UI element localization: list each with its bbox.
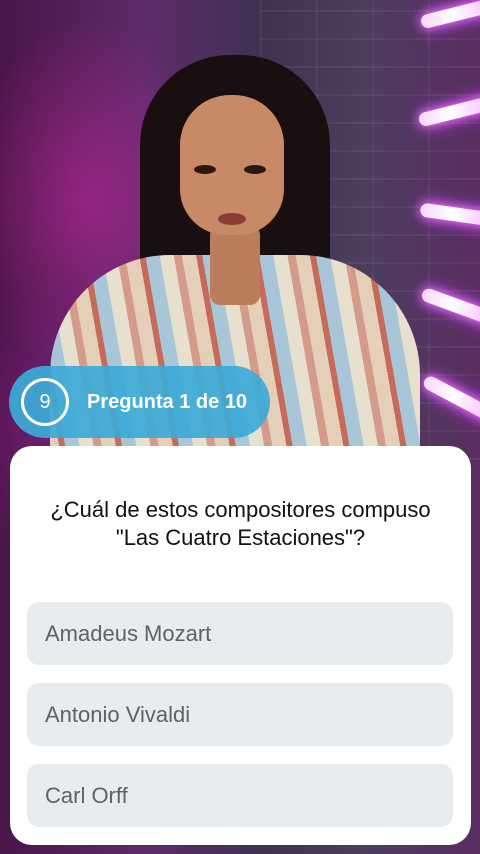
answer-option-3[interactable]: Carl Orff bbox=[27, 764, 453, 827]
question-progress-badge: 9 Pregunta 1 de 10 bbox=[9, 366, 270, 438]
answer-option-1[interactable]: Amadeus Mozart bbox=[27, 602, 453, 665]
mouth bbox=[218, 213, 246, 225]
eye-icon bbox=[244, 165, 266, 174]
presenter-neck bbox=[210, 225, 260, 305]
presenter-face bbox=[180, 95, 284, 235]
question-card: ¿Cuál de estos compositores compuso "Las… bbox=[10, 446, 471, 845]
question-progress-label: Pregunta 1 de 10 bbox=[87, 390, 248, 413]
countdown-timer: 9 bbox=[21, 378, 69, 426]
question-text: ¿Cuál de estos compositores compuso "Las… bbox=[50, 497, 431, 550]
eye-icon bbox=[194, 165, 216, 174]
answer-option-2[interactable]: Antonio Vivaldi bbox=[27, 683, 453, 746]
